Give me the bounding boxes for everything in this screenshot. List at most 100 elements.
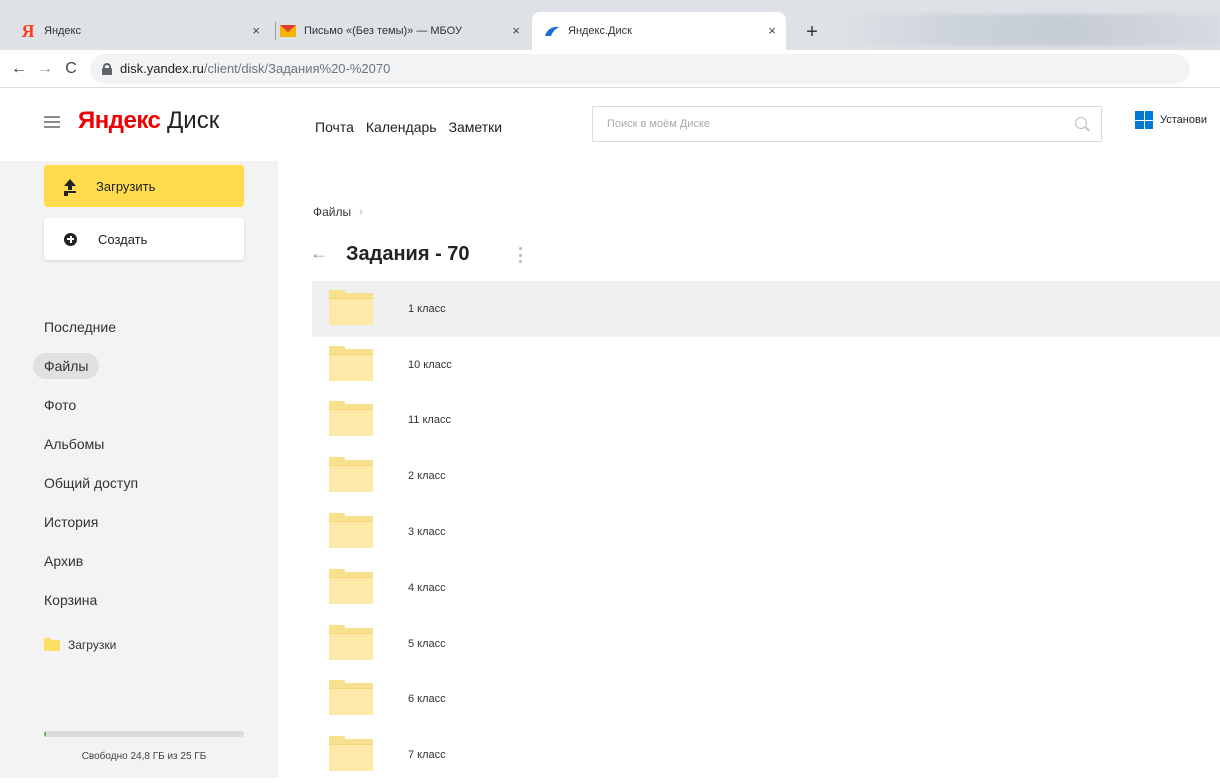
- folder-icon: [329, 289, 373, 325]
- folder-icon: [329, 736, 373, 772]
- sidebar-item-recent[interactable]: Последние: [26, 307, 138, 346]
- upload-icon: [64, 179, 76, 193]
- sidebar-item-photo[interactable]: Фото: [26, 385, 138, 424]
- address-bar[interactable]: disk.yandex.ru/client/disk/Задания%20-%2…: [90, 53, 1190, 84]
- reload-icon[interactable]: C: [58, 56, 84, 82]
- sidebar-item-label: Корзина: [44, 591, 98, 608]
- folder-row[interactable]: 5 класс: [312, 616, 1220, 672]
- folder-icon: [329, 513, 373, 549]
- folder-row[interactable]: 11 класс: [312, 393, 1220, 449]
- folder-name: 7 класс: [408, 749, 446, 762]
- sidebar-item-trash[interactable]: Корзина: [26, 580, 138, 619]
- main-content: Файлы › ← Задания - 70 1 класс 10 класс …: [278, 161, 1220, 778]
- blurred-tab-area: [840, 14, 1220, 46]
- sidebar-item-shared[interactable]: Общий доступ: [26, 463, 138, 502]
- logo-brand: Яндекс: [78, 107, 161, 134]
- forward-arrow-icon[interactable]: →: [32, 56, 58, 82]
- tab-separator: [275, 22, 276, 40]
- folder-row[interactable]: 7 класс: [312, 727, 1220, 783]
- folder-row[interactable]: 10 класс: [312, 337, 1220, 393]
- folder-name: 4 класс: [408, 581, 446, 594]
- tab-title: Письмо «(Без темы)» — МБОУ: [304, 25, 462, 37]
- close-tab-icon[interactable]: ×: [768, 23, 776, 38]
- sidebar-item-label: Файлы: [33, 352, 100, 379]
- sidebar-item-archive[interactable]: Архив: [26, 541, 138, 580]
- folder-icon: [329, 457, 373, 493]
- folder-row[interactable]: 1 класс: [312, 281, 1220, 337]
- back-arrow-icon[interactable]: ←: [6, 56, 32, 82]
- sidebar-item-label: Архив: [44, 552, 84, 569]
- logo-product: Диск: [167, 107, 220, 134]
- yandex-ya-icon: Я: [21, 20, 35, 41]
- folder-row[interactable]: 4 класс: [312, 560, 1220, 616]
- folder-icon: [329, 401, 373, 437]
- folder-icon: [329, 680, 373, 716]
- promo-text: Установи: [1160, 114, 1207, 126]
- search-placeholder: Поиск в моём Диске: [607, 118, 711, 130]
- sidebar: Загрузить Создать Последние Файлы Фото А…: [0, 161, 278, 778]
- close-tab-icon[interactable]: ×: [252, 23, 260, 38]
- breadcrumb-root[interactable]: Файлы: [313, 205, 351, 219]
- service-link-notes[interactable]: Заметки: [449, 119, 503, 135]
- folder-icon: [329, 568, 373, 604]
- folder-row[interactable]: 6 класс: [312, 672, 1220, 728]
- folder-name: 2 класс: [408, 470, 446, 483]
- disk-header: Яндекс Диск Почта Календарь Заметки Поис…: [0, 89, 1220, 161]
- folder-name: 3 класс: [408, 526, 446, 539]
- upload-button[interactable]: Загрузить: [44, 165, 244, 207]
- quota-progress-bar: [44, 731, 244, 737]
- close-tab-icon[interactable]: ×: [512, 23, 520, 38]
- yandex-disk-logo[interactable]: Яндекс Диск: [78, 107, 219, 135]
- sidebar-item-files[interactable]: Файлы: [26, 346, 138, 385]
- sidebar-item-label: Альбомы: [44, 435, 105, 452]
- create-button[interactable]: Создать: [44, 218, 244, 260]
- tab-title: Яндекс.Диск: [568, 25, 632, 37]
- folder-name: 10 класс: [408, 358, 452, 371]
- mail-envelope-icon: [280, 23, 296, 39]
- quota-text: Свободно 24,8 ГБ из 25 ГБ: [81, 751, 207, 762]
- sidebar-item-label: Фото: [44, 396, 77, 413]
- more-options-icon[interactable]: [519, 247, 523, 263]
- windows-install-promo[interactable]: Установи: [1135, 111, 1207, 129]
- folder-name: 5 класс: [408, 637, 446, 650]
- yandex-disk-icon: [544, 23, 560, 39]
- sidebar-item-albums[interactable]: Альбомы: [26, 424, 138, 463]
- sidebar-item-label: Общий доступ: [44, 474, 139, 491]
- service-link-calendar[interactable]: Календарь: [366, 119, 437, 135]
- create-label: Создать: [98, 231, 148, 247]
- file-list: 1 класс 10 класс 11 класс 2 класс 3 клас…: [312, 281, 1220, 783]
- sidebar-item-downloads[interactable]: Загрузки: [44, 637, 117, 652]
- folder-name: 1 класс: [408, 302, 446, 315]
- breadcrumb: Файлы ›: [313, 205, 363, 219]
- folder-icon: [44, 637, 60, 651]
- sidebar-nav: Последние Файлы Фото Альбомы Общий досту…: [33, 307, 138, 619]
- browser-tab-disk[interactable]: Яндекс.Диск ×: [532, 12, 786, 50]
- search-icon[interactable]: [1075, 117, 1087, 129]
- sidebar-item-history[interactable]: История: [26, 502, 138, 541]
- back-arrow-icon[interactable]: ←: [310, 243, 328, 264]
- folder-name: 11 класс: [408, 414, 451, 427]
- lock-icon: [102, 62, 112, 75]
- chevron-right-icon: ›: [359, 206, 363, 218]
- service-link-mail[interactable]: Почта: [315, 119, 354, 135]
- url-path: /client/disk/Задания%20-%2070: [203, 61, 391, 76]
- windows-logo-icon: [1135, 111, 1153, 129]
- menu-icon[interactable]: [44, 116, 60, 128]
- folder-row[interactable]: 3 класс: [312, 504, 1220, 560]
- folder-icon: [329, 345, 373, 381]
- new-tab-button[interactable]: +: [800, 20, 824, 44]
- downloads-label: Загрузки: [68, 638, 117, 652]
- url-host: disk.yandex.ru: [120, 61, 204, 76]
- tab-title: Яндекс: [44, 25, 81, 37]
- service-links: Почта Календарь Заметки: [315, 119, 502, 135]
- browser-tab-mail[interactable]: Письмо «(Без темы)» — МБОУ ×: [280, 12, 530, 50]
- browser-tab-yandex[interactable]: Я Яндекс ×: [20, 12, 270, 50]
- upload-label: Загрузить: [96, 178, 156, 194]
- search-input[interactable]: Поиск в моём Диске: [592, 106, 1102, 142]
- plus-icon: [64, 232, 77, 246]
- sidebar-item-label: Последние: [44, 318, 117, 335]
- folder-name: 6 класс: [408, 693, 446, 706]
- folder-row[interactable]: 2 класс: [312, 448, 1220, 504]
- sidebar-item-label: История: [44, 513, 99, 530]
- quota-progress-fill: [44, 731, 46, 737]
